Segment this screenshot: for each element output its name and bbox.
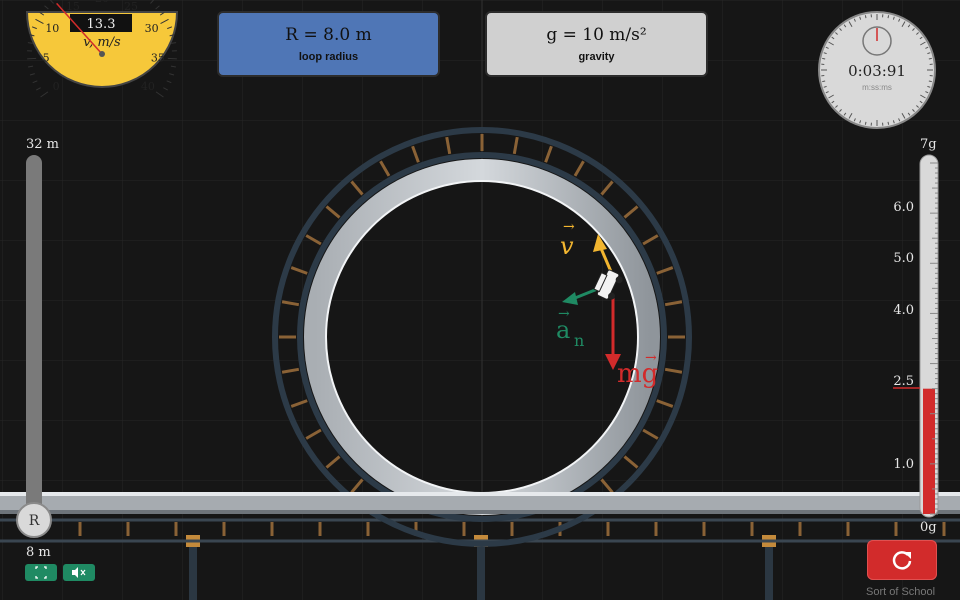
credit-text: Sort of School xyxy=(866,586,936,598)
gforce-tick-1: 1.0 xyxy=(893,457,914,472)
stopwatch-tick xyxy=(864,15,867,19)
stopwatch-time: 0:03:91 xyxy=(848,62,906,80)
gforce-max-label: 7g xyxy=(920,137,937,152)
gravity-label: gravity xyxy=(578,51,615,63)
gforce-tick-5: 5.0 xyxy=(893,251,914,266)
speedometer-tick-label: 35 xyxy=(151,52,165,65)
gravity-value: g = 10 m/s² xyxy=(546,25,647,45)
speedometer-tick-label: 10 xyxy=(45,22,59,35)
stopwatch: 0:03:91 m:ss:ms xyxy=(818,11,936,129)
speed-readout: 13.3 xyxy=(87,17,116,32)
speedometer-tick-label: 25 xyxy=(124,0,138,13)
speedometer-tick-label: 0 xyxy=(53,80,60,93)
height-slider-track[interactable] xyxy=(26,155,42,519)
speed-unit-label: v, m/s xyxy=(83,35,121,50)
stopwatch-tick xyxy=(928,57,932,60)
gforce-min-label: 0g xyxy=(920,520,937,535)
stopwatch-format: m:ss:ms xyxy=(862,83,892,92)
stopwatch-tick xyxy=(864,121,867,125)
speedometer-tick-label: 30 xyxy=(145,22,159,35)
height-slider-handle-label: R xyxy=(29,513,40,529)
speedometer-tick-label: 40 xyxy=(141,80,155,93)
simulation-canvas: R 32 m 8 m 7g 0g 6.0 5.0 4.0 1.0 2.5 0 5 1… xyxy=(0,0,960,600)
stopwatch-tick xyxy=(887,121,890,125)
speedometer-tick-label: 20 xyxy=(95,0,109,5)
normal-accel-arrow-accent: → xyxy=(558,306,570,322)
stopwatch-tick xyxy=(822,57,826,60)
reset-button[interactable] xyxy=(867,540,937,580)
stopwatch-tick xyxy=(887,15,890,19)
speedometer-tick-label: 5 xyxy=(43,52,50,65)
gforce-tick-6: 6.0 xyxy=(893,200,914,215)
loop-radius-label: loop radius xyxy=(298,51,359,63)
speedometer-tick xyxy=(27,57,37,60)
stopwatch-tick xyxy=(928,80,932,83)
speedometer-pivot xyxy=(99,51,105,57)
height-max-label: 32 m xyxy=(26,137,59,152)
reset-icon xyxy=(892,551,912,570)
flat-track xyxy=(0,492,960,514)
sound-button[interactable] xyxy=(63,564,95,581)
normal-accel-subscript: n xyxy=(574,331,584,350)
gforce-meter-fill xyxy=(923,388,935,514)
gforce-current-label: 2.5 xyxy=(893,374,914,389)
velocity-arrow-accent: → xyxy=(563,219,575,235)
stopwatch-tick xyxy=(822,80,826,83)
velocity-label: v xyxy=(560,232,574,260)
gforce-tick-4: 4.0 xyxy=(893,303,914,318)
speedometer-tick xyxy=(167,57,177,60)
fullscreen-button[interactable] xyxy=(25,564,57,581)
speedometer-tick-label: 15 xyxy=(66,0,80,13)
gravity-box[interactable]: g = 10 m/s² gravity xyxy=(485,11,708,77)
loop-radius-box[interactable]: R = 8.0 m loop radius xyxy=(217,11,440,77)
gravity-arrow-accent: → xyxy=(645,350,657,366)
loop-radius-value: R = 8.0 m xyxy=(285,25,372,45)
height-min-label: 8 m xyxy=(26,545,51,560)
